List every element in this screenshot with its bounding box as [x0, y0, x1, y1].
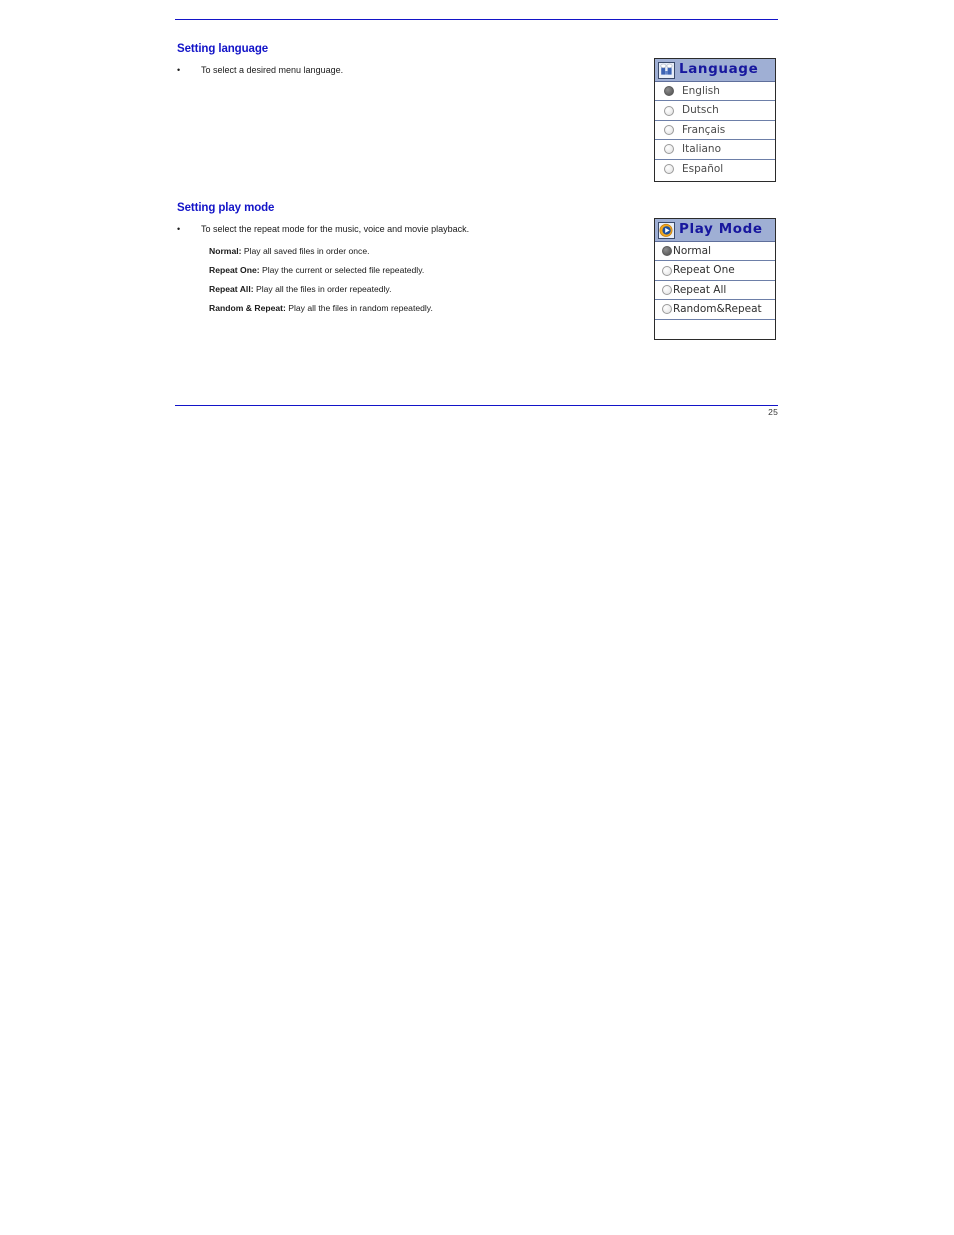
language-option-espanol[interactable]: Español: [655, 160, 775, 179]
footer-divider: [175, 405, 778, 406]
section-heading-language: Setting language: [177, 43, 269, 55]
radio-icon[interactable]: [662, 304, 672, 315]
play-circle-icon: [658, 221, 675, 239]
play-mode-option-list: Normal Repeat One Repeat All Random&Repe…: [655, 242, 775, 339]
radio-icon-selected[interactable]: [662, 246, 672, 257]
language-option-label: Français: [682, 123, 726, 136]
bullet-text-play-mode: To select the repeat mode for the music,…: [201, 224, 470, 234]
bullet-item-language: • To select a desired menu language.: [177, 64, 647, 76]
play-mode-definition: Repeat One: Play the current or selected…: [209, 261, 649, 280]
language-title-text: Language: [679, 61, 759, 78]
radio-icon[interactable]: [664, 164, 674, 175]
play-mode-definition: Random & Repeat: Play all the files in r…: [209, 299, 649, 318]
language-option-francais[interactable]: Français: [655, 121, 775, 141]
play-mode-term: Repeat One:: [209, 265, 260, 275]
play-mode-option-label: Repeat All: [673, 283, 727, 296]
language-option-english[interactable]: English: [655, 82, 775, 102]
radio-icon-selected[interactable]: [664, 86, 674, 97]
radio-icon[interactable]: [664, 124, 674, 135]
play-mode-description: Play all the files in order repeatedly.: [253, 284, 392, 294]
bullet-text-language: To select a desired menu language.: [201, 65, 344, 75]
play-mode-description: Play all the files in random repeatedly.: [285, 303, 433, 313]
play-mode-option-repeat-one[interactable]: Repeat One: [655, 261, 775, 281]
bullet-icon: •: [177, 65, 181, 75]
language-titlebar: Language: [655, 59, 775, 82]
language-option-italiano[interactable]: Italiano: [655, 140, 775, 160]
play-mode-definition: Normal: Play all saved files in order on…: [209, 242, 649, 261]
play-mode-definition: Repeat All: Play all the files in order …: [209, 280, 649, 299]
play-mode-term: Random & Repeat:: [209, 303, 286, 313]
play-mode-option-repeat-all[interactable]: Repeat All: [655, 281, 775, 301]
play-mode-definition-list: Normal: Play all saved files in order on…: [209, 242, 649, 318]
radio-icon[interactable]: [662, 284, 672, 295]
bullet-icon: •: [177, 224, 181, 234]
language-menu-screen: Language English Dutsch Français Italian…: [654, 58, 776, 182]
play-mode-title-text: Play Mode: [679, 221, 763, 238]
language-option-list: English Dutsch Français Italiano Español: [655, 82, 775, 179]
language-option-label: Italiano: [682, 143, 721, 156]
play-mode-option-label: Random&Repeat: [673, 303, 762, 316]
header-divider: [175, 19, 778, 20]
play-mode-description: Play the current or selected file repeat…: [259, 265, 425, 275]
play-mode-description: Play all saved files in order once.: [241, 246, 370, 256]
play-mode-menu-screen: Play Mode Normal Repeat One Repeat All R…: [654, 218, 776, 340]
language-option-dutsch[interactable]: Dutsch: [655, 101, 775, 121]
manual-page: 25 Setting language • To select a desire…: [0, 0, 954, 1235]
play-mode-term: Repeat All:: [209, 284, 254, 294]
play-mode-titlebar: Play Mode: [655, 219, 775, 242]
language-option-label: Dutsch: [682, 104, 719, 117]
play-mode-option-label: Repeat One: [673, 264, 735, 277]
bullet-item-play-mode: • To select the repeat mode for the musi…: [177, 223, 647, 235]
page-number: 25: [768, 407, 778, 417]
play-mode-option-random-repeat[interactable]: Random&Repeat: [655, 300, 775, 320]
play-mode-term: Normal:: [209, 246, 242, 256]
radio-icon[interactable]: [662, 265, 672, 276]
radio-icon[interactable]: [664, 144, 674, 155]
section-heading-play-mode: Setting play mode: [177, 202, 275, 214]
play-mode-empty-row: [655, 320, 775, 339]
language-option-label: Español: [682, 163, 724, 175]
language-option-label: English: [682, 84, 720, 97]
play-mode-option-label: Normal: [673, 244, 711, 257]
radio-icon[interactable]: [664, 105, 674, 116]
language-people-icon: [658, 61, 675, 79]
play-mode-option-normal[interactable]: Normal: [655, 242, 775, 262]
